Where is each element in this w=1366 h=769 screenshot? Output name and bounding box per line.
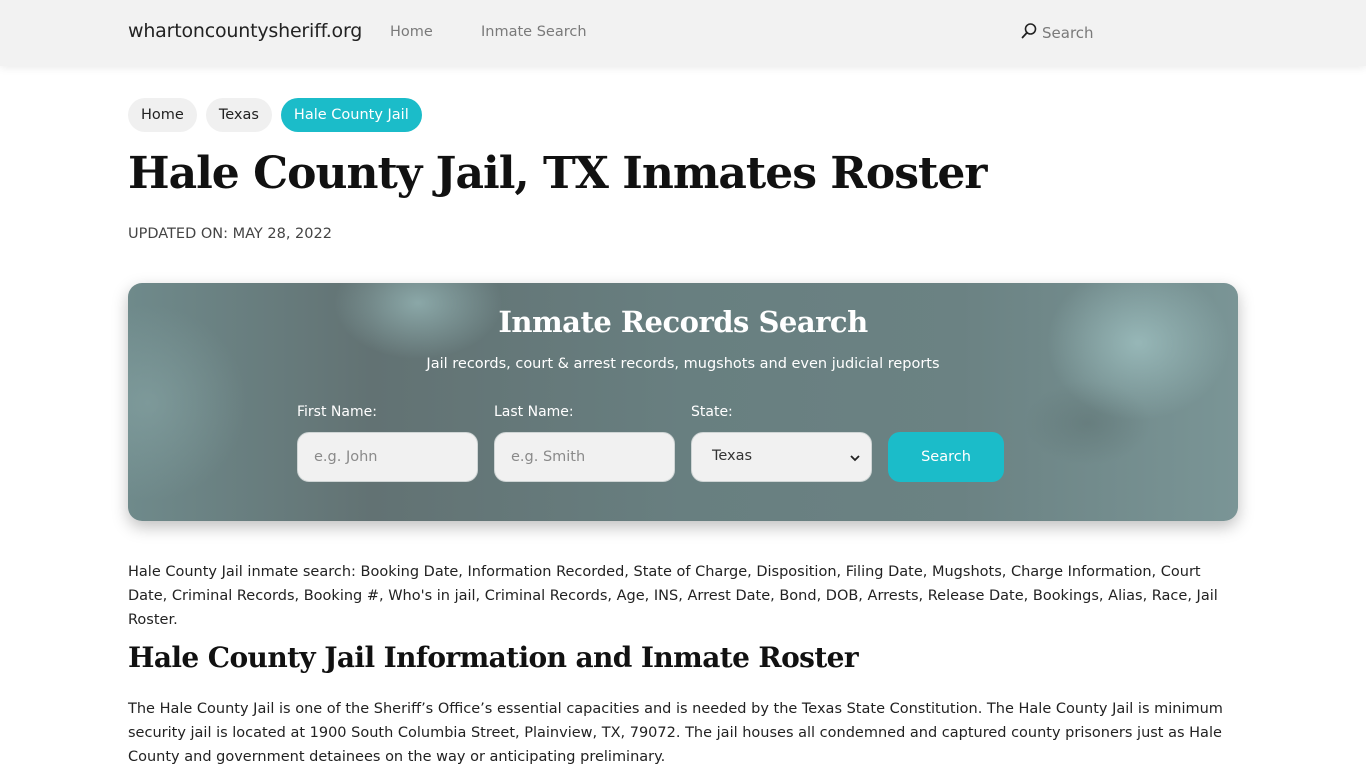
top-navbar: whartoncountysheriff.org Home Inmate Sea…: [0, 0, 1366, 66]
state-select[interactable]: Texas: [691, 432, 872, 482]
nav-link-home[interactable]: Home: [390, 24, 433, 40]
intro-paragraph: Hale County Jail inmate search: Booking …: [128, 564, 1218, 628]
state-label: State:: [691, 404, 733, 420]
section-paragraph: The Hale County Jail is one of the Sheri…: [128, 701, 1223, 765]
breadcrumb: Home Texas Hale County Jail: [128, 98, 422, 132]
page-title: Hale County Jail, TX Inmates Roster: [128, 148, 987, 199]
nav-search-button[interactable]: Search: [1020, 22, 1094, 44]
first-name-input[interactable]: [297, 432, 478, 482]
search-panel-title: Inmate Records Search: [498, 305, 868, 339]
nav-link-inmate-search[interactable]: Inmate Search: [481, 24, 587, 40]
last-name-input[interactable]: [494, 432, 675, 482]
inmate-search-panel: Inmate Records Search Jail records, cour…: [128, 283, 1238, 521]
state-select-value: Texas: [712, 448, 753, 464]
last-name-label: Last Name:: [494, 404, 574, 420]
chevron-down-icon: [849, 449, 861, 462]
search-submit-button[interactable]: Search: [888, 432, 1004, 482]
nav-search-label: Search: [1042, 24, 1094, 42]
search-icon: [1020, 22, 1038, 44]
breadcrumb-hale-county-jail[interactable]: Hale County Jail: [280, 98, 422, 132]
section-heading: Hale County Jail Information and Inmate …: [128, 641, 859, 674]
first-name-label: First Name:: [297, 404, 377, 420]
site-brand-link[interactable]: whartoncountysheriff.org: [128, 20, 362, 42]
updated-date: UPDATED ON: MAY 28, 2022: [128, 226, 332, 242]
breadcrumb-texas[interactable]: Texas: [205, 98, 272, 132]
breadcrumb-home[interactable]: Home: [128, 98, 197, 132]
search-panel-subtitle: Jail records, court & arrest records, mu…: [426, 356, 940, 372]
